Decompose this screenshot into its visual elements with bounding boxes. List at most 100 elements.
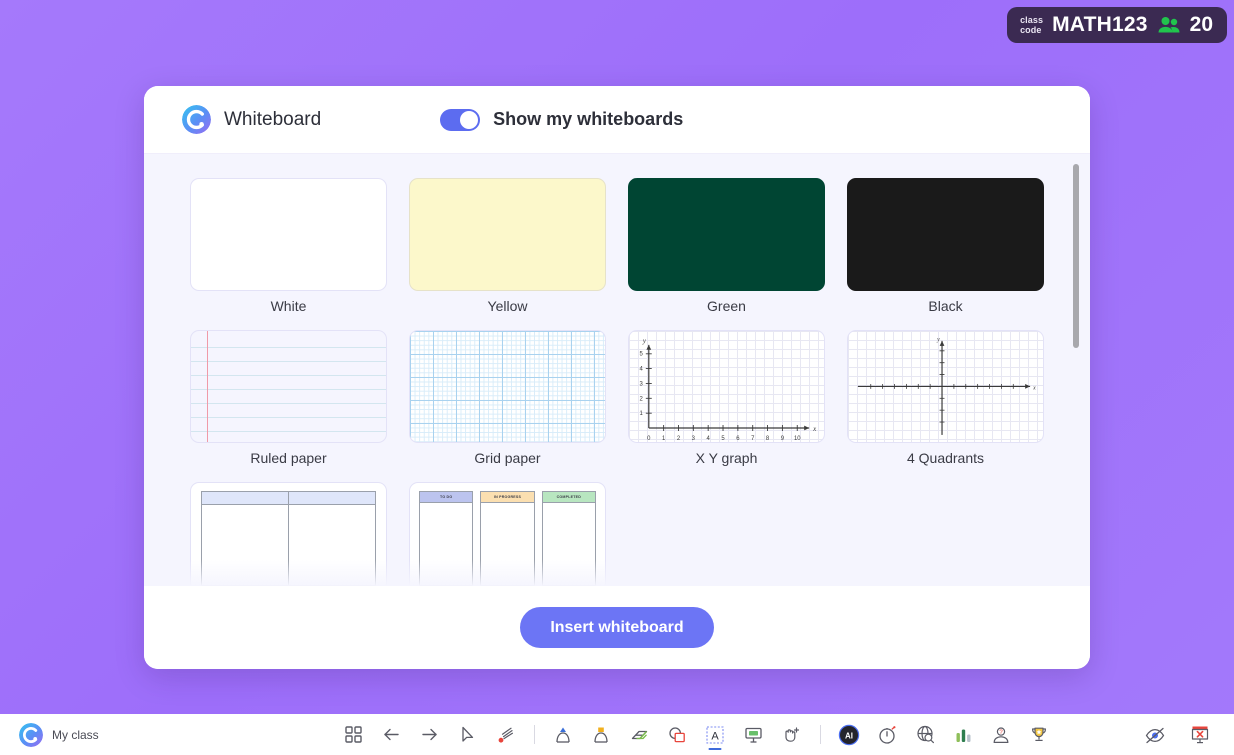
template-thumb-ruled-paper[interactable] <box>190 330 387 443</box>
svg-text:2: 2 <box>677 436 680 442</box>
class-code-badge[interactable]: class code MATH123 20 <box>1007 7 1227 43</box>
table-preview <box>201 491 376 586</box>
quiz-icon[interactable]: ? <box>989 722 1014 747</box>
dialog-title: Whiteboard <box>224 108 322 130</box>
xy-graph-drawing: x y 012 3 4 5 6 7 8 9 10 123 45 <box>640 338 818 442</box>
highlighter-icon[interactable] <box>589 722 614 747</box>
template-thumb-4-quadrants[interactable]: x y <box>847 330 1044 443</box>
whiteboard-icon[interactable] <box>741 722 766 747</box>
class-code-label-line1: class <box>1020 15 1044 25</box>
template-card-ruled-paper[interactable]: Ruled paper <box>190 330 387 470</box>
svg-text:A: A <box>711 730 719 742</box>
template-grid: White Yellow Green Black Ruled paper Gri… <box>144 178 1090 586</box>
template-scrollbar-track[interactable] <box>1073 164 1079 576</box>
kanban-column-todo-label: TO DO <box>420 492 473 503</box>
template-card-black[interactable]: Black <box>847 178 1044 318</box>
ai-icon[interactable]: AI <box>837 722 862 747</box>
svg-text:0: 0 <box>647 436 651 442</box>
svg-text:x: x <box>1032 385 1036 391</box>
svg-text:2: 2 <box>640 396 643 402</box>
svg-text:9: 9 <box>781 436 785 442</box>
laser-pointer-icon[interactable] <box>493 722 518 747</box>
svg-text:4: 4 <box>707 436 711 442</box>
toolbar-divider <box>819 725 821 744</box>
dialog-footer: Insert whiteboard <box>144 586 1090 669</box>
shapes-icon[interactable] <box>665 722 690 747</box>
template-label-black: Black <box>928 298 963 314</box>
template-thumb-white[interactable] <box>190 178 387 291</box>
slide-grid-icon[interactable] <box>341 722 366 747</box>
svg-text:5: 5 <box>721 436 725 442</box>
template-thumb-xy-graph[interactable]: x y 012 3 4 5 6 7 8 9 10 1 2 3 4 5 <box>628 330 825 443</box>
template-card-green[interactable]: Green <box>628 178 825 318</box>
template-label-yellow: Yellow <box>487 298 528 314</box>
toolbar-tools: A AI ? <box>250 722 1142 747</box>
text-box-icon[interactable]: A <box>703 722 728 747</box>
template-card-kanban[interactable]: TO DO IN PROGRESS COMPLETED <box>409 482 606 586</box>
cursor-icon[interactable] <box>455 722 480 747</box>
template-card-4-quadrants[interactable]: x y 4 Quadrants <box>847 330 1044 470</box>
kanban-column-completed-label: COMPLETED <box>542 492 595 503</box>
template-thumb-green[interactable] <box>628 178 825 291</box>
template-thumb-table[interactable] <box>190 482 387 586</box>
template-card-yellow[interactable]: Yellow <box>409 178 606 318</box>
bottom-toolbar: My class A AI ? <box>0 714 1234 755</box>
table-preview-body <box>202 505 375 585</box>
template-thumb-grid-paper[interactable] <box>409 330 606 443</box>
my-class-label: My class <box>52 727 99 742</box>
template-thumb-yellow[interactable] <box>409 178 606 291</box>
classpoint-c-logo-icon <box>19 722 43 747</box>
kanban-column-in-progress-label: IN PROGRESS <box>481 492 534 503</box>
participant-count: 20 <box>1189 13 1213 36</box>
template-card-grid-paper[interactable]: Grid paper <box>409 330 606 470</box>
svg-text:1: 1 <box>640 411 643 417</box>
browser-icon[interactable] <box>913 722 938 747</box>
template-scroll-area[interactable]: White Yellow Green Black Ruled paper Gri… <box>144 154 1090 586</box>
show-my-whiteboards-toggle-group[interactable]: Show my whiteboards <box>440 108 683 131</box>
eraser-icon[interactable] <box>627 722 652 747</box>
template-card-white[interactable]: White <box>190 178 387 318</box>
svg-text:AI: AI <box>845 731 853 740</box>
timer-icon[interactable] <box>875 722 900 747</box>
hide-eye-icon[interactable] <box>1142 722 1167 747</box>
show-my-whiteboards-toggle[interactable] <box>440 108 481 131</box>
svg-text:1: 1 <box>662 436 665 442</box>
svg-text:10: 10 <box>794 436 801 442</box>
my-class-button[interactable]: My class <box>0 722 250 747</box>
pen-icon[interactable] <box>551 722 576 747</box>
drag-hand-icon[interactable] <box>779 722 804 747</box>
bar-chart-icon[interactable] <box>951 722 976 747</box>
template-thumb-black[interactable] <box>847 178 1044 291</box>
svg-text:5: 5 <box>640 352 644 358</box>
whiteboard-dialog: Whiteboard Show my whiteboards White Yel… <box>144 86 1090 669</box>
svg-text:4: 4 <box>640 367 644 373</box>
arrow-right-icon[interactable] <box>417 722 442 747</box>
toggle-knob <box>460 110 479 129</box>
template-thumb-kanban[interactable]: TO DO IN PROGRESS COMPLETED <box>409 482 606 586</box>
svg-text:3: 3 <box>692 436 696 442</box>
svg-text:6: 6 <box>736 436 740 442</box>
exit-presentation-icon[interactable] <box>1187 722 1212 747</box>
dialog-header: Whiteboard Show my whiteboards <box>144 86 1090 154</box>
svg-text:3: 3 <box>640 381 644 387</box>
template-label-ruled-paper: Ruled paper <box>250 450 327 466</box>
toolbar-right-tools <box>1142 722 1234 747</box>
kanban-column-todo: TO DO <box>419 491 474 586</box>
trophy-icon[interactable] <box>1027 722 1052 747</box>
template-scrollbar-thumb[interactable] <box>1073 164 1079 348</box>
template-label-xy-graph: X Y graph <box>695 450 758 466</box>
svg-text:y: y <box>936 337 940 343</box>
svg-text:y: y <box>642 338 647 345</box>
svg-text:8: 8 <box>766 436 770 442</box>
arrow-left-icon[interactable] <box>379 722 404 747</box>
insert-whiteboard-button[interactable]: Insert whiteboard <box>520 607 714 648</box>
class-code-label-line2: code <box>1020 25 1042 35</box>
classpoint-c-logo-icon <box>182 105 211 134</box>
template-label-4-quadrants: 4 Quadrants <box>906 450 985 466</box>
template-card-table[interactable] <box>190 482 387 586</box>
quadrants-drawing: x y <box>857 337 1036 435</box>
template-card-xy-graph[interactable]: x y 012 3 4 5 6 7 8 9 10 1 2 3 4 5 X Y g… <box>628 330 825 470</box>
class-code-value: MATH123 <box>1052 13 1148 36</box>
kanban-column-in-progress: IN PROGRESS <box>480 491 535 586</box>
kanban-column-completed: COMPLETED <box>541 491 596 586</box>
